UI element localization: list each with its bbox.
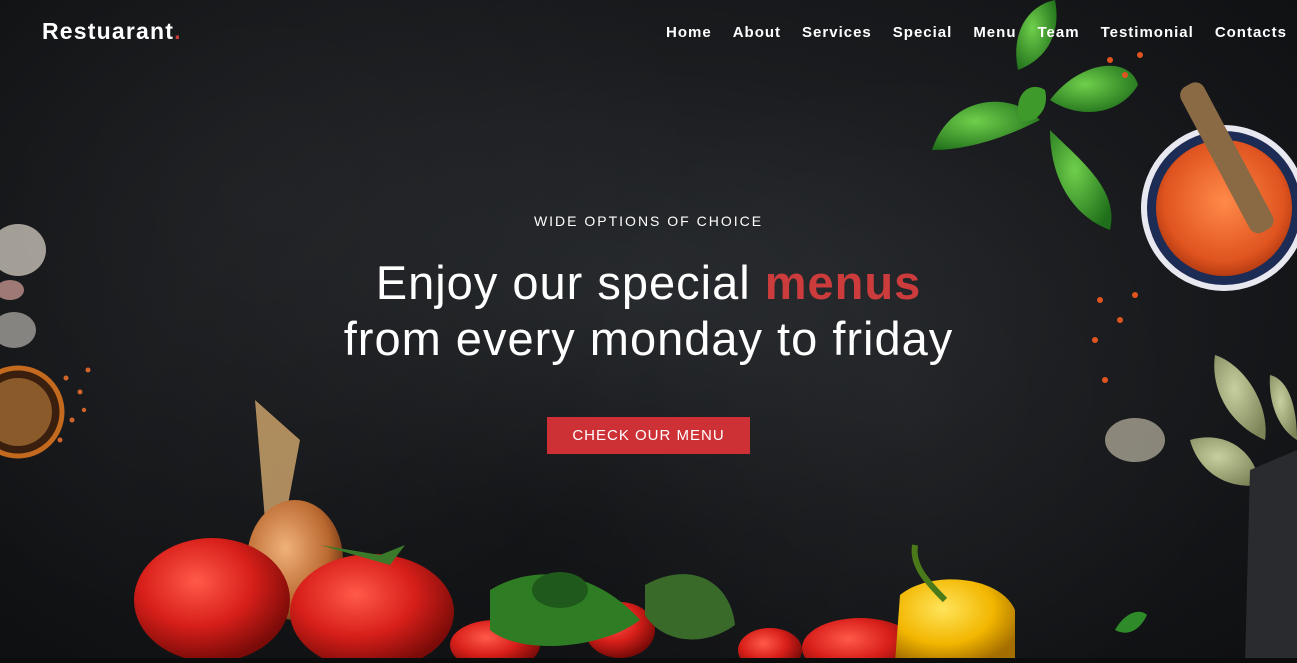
nav-special[interactable]: Special (893, 24, 953, 41)
headline-line-2: from every monday to friday (343, 312, 954, 365)
nav-about[interactable]: About (733, 24, 781, 41)
headline-prefix: Enjoy our special (375, 256, 765, 309)
nav-testimonial[interactable]: Testimonial (1101, 24, 1194, 41)
brand-dot: . (174, 18, 182, 44)
hero-content: WIDE OPTIONS OF CHOICE Enjoy our special… (0, 213, 1297, 454)
nav-services[interactable]: Services (802, 24, 872, 41)
bottom-border (0, 658, 1297, 663)
hero-eyebrow: WIDE OPTIONS OF CHOICE (533, 213, 764, 229)
check-menu-button[interactable]: CHECK OUR MENU (547, 417, 750, 454)
hero-headline: Enjoy our special menus from every monda… (0, 255, 1297, 367)
headline-accent: menus (764, 256, 922, 309)
nav-menu[interactable]: Menu (973, 24, 1016, 41)
main-nav: Home About Services Special Menu Team Te… (666, 24, 1287, 41)
brand-logo[interactable]: Restuarant. (42, 18, 182, 45)
nav-home[interactable]: Home (666, 24, 712, 41)
hero-section: Restuarant. Home About Services Special … (0, 0, 1297, 663)
brand-name: Restuarant (42, 18, 175, 44)
nav-contacts[interactable]: Contacts (1215, 24, 1287, 41)
nav-team[interactable]: Team (1037, 24, 1079, 41)
